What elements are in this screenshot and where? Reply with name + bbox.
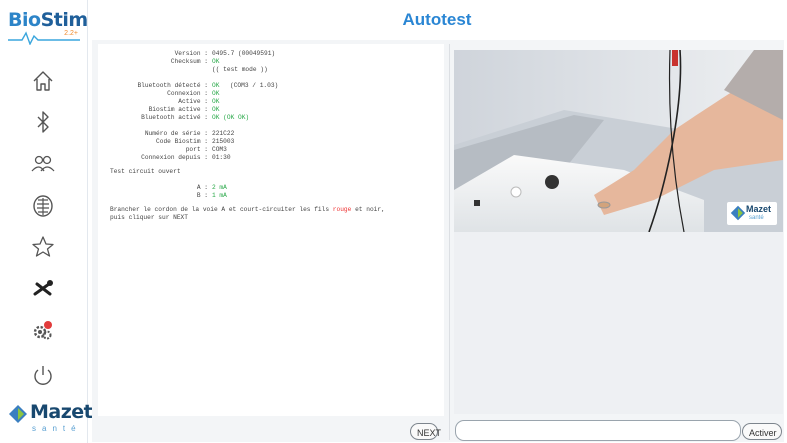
serial-value: 221C22 bbox=[212, 130, 235, 137]
instruction-video: Mazet santé bbox=[454, 50, 783, 232]
home-icon[interactable] bbox=[28, 66, 58, 96]
checksum-value: OK bbox=[212, 58, 220, 65]
test-circuit-heading: Test circuit ouvert bbox=[110, 168, 181, 175]
next-button[interactable]: NEXT bbox=[410, 423, 441, 440]
instruction-line-2: puis cliquer sur NEXT bbox=[110, 214, 188, 221]
instruction-red-word: rouge bbox=[332, 206, 352, 213]
version-value: 0495.7 (00049591) bbox=[212, 50, 276, 57]
instruction-line-1: Brancher le cordon de la voie A et court… bbox=[110, 206, 385, 213]
active-value: OK bbox=[212, 98, 220, 105]
bluetooth-active-label: Bluetooth activé : bbox=[141, 114, 208, 121]
wave-icon bbox=[8, 31, 80, 45]
panel-divider bbox=[449, 44, 450, 440]
command-input[interactable] bbox=[455, 420, 741, 441]
logo-stim: Stim bbox=[40, 9, 89, 31]
mazet-logo-icon bbox=[9, 405, 27, 423]
active-label: Active : bbox=[178, 98, 208, 105]
connexion-label: Connexion : bbox=[167, 90, 208, 97]
mazet-badge-icon bbox=[730, 205, 746, 221]
users-icon[interactable] bbox=[28, 149, 58, 179]
anatomy-icon[interactable] bbox=[28, 190, 58, 220]
mazet-logo: Mazet santé bbox=[8, 401, 93, 441]
mazet-badge-text: Mazet bbox=[746, 204, 772, 214]
activer-button[interactable]: Activer bbox=[742, 423, 782, 440]
test-mode-text: (( test mode )) bbox=[212, 66, 268, 73]
logo-bio: Bio bbox=[8, 9, 41, 31]
bluetooth-icon[interactable] bbox=[28, 107, 58, 137]
biostim-active-value: OK bbox=[212, 106, 220, 113]
video-lower-panel bbox=[454, 232, 783, 414]
bluetooth-active-value: OK (OK OK) bbox=[212, 114, 250, 121]
channel-b-value: 1 mA bbox=[212, 192, 227, 199]
biostim-active-label: Biostim active : bbox=[148, 106, 208, 113]
bluetooth-com: (COM3 / 1.03) bbox=[230, 82, 279, 89]
checksum-label: Checksum : bbox=[170, 58, 208, 65]
mazet-badge-sub: santé bbox=[749, 215, 764, 221]
bluetooth-detected-value: OK bbox=[212, 82, 220, 89]
boot-label: Connexion depuis : bbox=[141, 154, 208, 161]
sidebar: BioStim 2.2+ Mazet santé bbox=[0, 0, 93, 443]
boot-value: 01:30 bbox=[212, 154, 231, 161]
page-title: Autotest bbox=[402, 10, 472, 29]
port-value: COM3 bbox=[212, 146, 227, 153]
version-label: Version : bbox=[174, 50, 208, 57]
bluetooth-detected-label: Bluetooth détecté : bbox=[137, 82, 208, 89]
tools-icon[interactable] bbox=[28, 273, 58, 303]
video-mazet-logo: Mazet santé bbox=[727, 202, 777, 225]
test-log-panel: Version : 0495.7 (00049591) Checksum : O… bbox=[98, 44, 444, 416]
serial-label: Numéro de série : bbox=[144, 130, 208, 137]
settings-icon[interactable] bbox=[28, 315, 58, 345]
mazet-logo-sub: santé bbox=[32, 424, 82, 433]
star-icon[interactable] bbox=[28, 232, 58, 262]
biostim-logo: BioStim 2.2+ bbox=[8, 9, 88, 45]
channel-b-label: B : bbox=[196, 192, 208, 199]
port-label: port : bbox=[185, 146, 208, 153]
connexion-value: OK bbox=[212, 90, 220, 97]
power-icon[interactable] bbox=[28, 360, 58, 390]
mazet-logo-text: Mazet bbox=[30, 401, 93, 423]
code-label: Code Biostim : bbox=[156, 138, 208, 145]
channel-a-label: A : bbox=[196, 184, 208, 191]
code-value: 215003 bbox=[212, 138, 235, 145]
channel-a-value: 2 mA bbox=[212, 184, 227, 191]
